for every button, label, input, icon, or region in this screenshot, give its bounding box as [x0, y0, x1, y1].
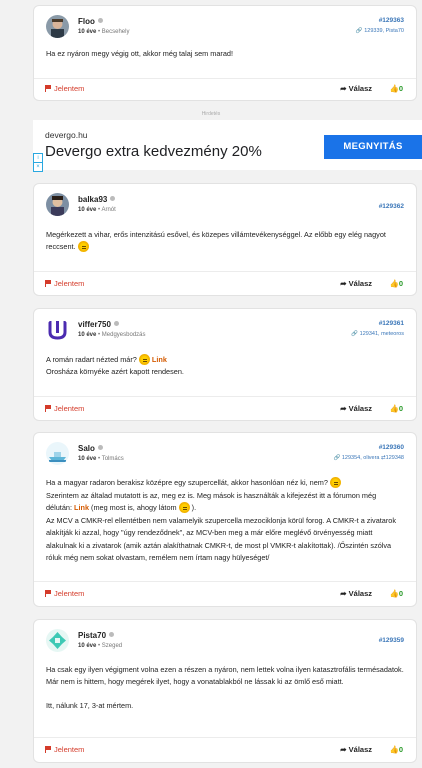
user-meta: 10 éve • Tolmács [78, 456, 124, 462]
thumbs-up-icon: 👍 [389, 279, 399, 288]
username[interactable]: Floo [78, 17, 103, 26]
post-id[interactable]: #129360 [379, 444, 404, 451]
thumbs-up-icon: 👍 [389, 84, 399, 93]
report-button[interactable]: Jelentem [45, 404, 84, 413]
report-button[interactable]: Jelentem [45, 589, 84, 598]
user-meta: 10 éve • Medgyesbodzás [78, 332, 146, 338]
thumbs-up-icon: 👍 [389, 404, 399, 413]
post-id[interactable]: #129362 [379, 203, 404, 210]
flag-icon [45, 746, 51, 753]
sun-emoji-icon [178, 502, 190, 513]
like-button[interactable]: 👍0 [389, 589, 403, 598]
avatar[interactable] [46, 15, 69, 38]
avatar[interactable] [46, 193, 69, 216]
post-body: Megérkezett a vihar, erős intenzitású es… [46, 230, 386, 252]
flag-icon [45, 85, 51, 92]
post-card: Salo 10 éve • Tolmács #129360 🔗 129354, … [33, 432, 417, 607]
username[interactable]: viffer750 [78, 320, 119, 329]
sun-emoji-icon [77, 241, 89, 252]
post-id[interactable]: #129363 [379, 17, 404, 24]
reply-button[interactable]: ➦ Válasz [340, 404, 372, 413]
post-body: A román radart nézted már? Link Orosháza… [46, 354, 184, 376]
post-footer: Jelentem ➦ Válasz 👍0 [34, 399, 416, 419]
divider [34, 581, 416, 582]
reply-button[interactable]: ➦ Válasz [340, 84, 372, 93]
thumbs-up-icon: 👍 [389, 745, 399, 754]
status-dot [110, 196, 116, 201]
divider [34, 271, 416, 272]
post-card: Pista70 10 éve • Szeged #129359 Ha csak … [33, 619, 417, 763]
link-icon: 🔗 [355, 28, 363, 34]
flag-icon [45, 280, 51, 287]
post-id[interactable]: #129359 [379, 637, 404, 644]
ad-domain: devergo.hu [45, 130, 88, 140]
reply-arrow-icon: ➦ [340, 589, 347, 598]
status-dot [109, 632, 115, 637]
like-button[interactable]: 👍0 [389, 404, 403, 413]
reply-button[interactable]: ➦ Válasz [340, 279, 372, 288]
reply-reference[interactable]: 🔗 129339, Pista70 [356, 28, 404, 34]
post-footer: Jelentem ➦ Válasz 👍0 [34, 740, 416, 760]
post-card: balka93 10 éve • Arnót #129362 Megérkeze… [33, 183, 417, 296]
post-card: viffer750 10 éve • Medgyesbodzás #129361… [33, 308, 417, 421]
reply-arrow-icon: ➦ [340, 279, 347, 288]
link-icon: 🔗 [333, 455, 341, 461]
ad-banner[interactable]: devergo.hu Devergo extra kedvezmény 20% … [33, 120, 422, 170]
post-footer: Jelentem ➦ Válasz 👍0 [34, 274, 416, 294]
flag-icon [45, 405, 51, 412]
status-dot [97, 18, 103, 23]
ad-open-button[interactable]: MEGNYITÁS [324, 135, 422, 159]
reply-arrow-icon: ➦ [340, 84, 347, 93]
reply-button[interactable]: ➦ Válasz [340, 745, 372, 754]
post-card: Floo 10 éve • Becsehely #129363 🔗 129339… [33, 5, 417, 101]
post-id[interactable]: #129361 [379, 320, 404, 327]
reply-button[interactable]: ➦ Válasz [340, 589, 372, 598]
avatar[interactable] [46, 629, 69, 652]
flag-icon [45, 590, 51, 597]
post-link[interactable]: Link [74, 503, 89, 512]
report-button[interactable]: Jelentem [45, 84, 84, 93]
username[interactable]: balka93 [78, 195, 116, 204]
post-footer: Jelentem ➦ Válasz 👍0 [34, 79, 416, 99]
user-meta: 10 éve • Arnót [78, 207, 116, 213]
status-dot [113, 321, 119, 326]
avatar[interactable] [46, 318, 69, 341]
ad-label: Hirdetés [201, 111, 221, 117]
username[interactable]: Salo [78, 444, 103, 453]
divider [34, 737, 416, 738]
user-meta: 10 éve • Szeged [78, 643, 123, 649]
post-link[interactable]: Link [152, 355, 167, 364]
avatar[interactable] [46, 442, 69, 465]
reply-reference[interactable]: 🔗 129354, olivera ⇄129348 [333, 455, 404, 461]
reply-reference[interactable]: 🔗 129341, meteoros [351, 331, 404, 337]
sun-emoji-icon [138, 354, 150, 365]
user-meta: 10 éve • Becsehely [78, 29, 130, 35]
thumbs-up-icon: 👍 [389, 589, 399, 598]
ad-title[interactable]: Devergo extra kedvezmény 20% [45, 143, 262, 160]
like-button[interactable]: 👍0 [389, 745, 403, 754]
post-body: Ha csak egy ilyen végigment volna ezen a… [46, 665, 404, 710]
divider [34, 396, 416, 397]
link-icon: 🔗 [351, 331, 359, 337]
sun-emoji-icon [329, 477, 341, 488]
like-button[interactable]: 👍0 [389, 84, 403, 93]
report-button[interactable]: Jelentem [45, 745, 84, 754]
reply-arrow-icon: ➦ [340, 404, 347, 413]
post-body: Ha ez nyáron megy végig ott, akkor még t… [46, 49, 233, 58]
post-footer: Jelentem ➦ Válasz 👍0 [34, 584, 416, 604]
report-button[interactable]: Jelentem [45, 279, 84, 288]
reply-arrow-icon: ➦ [340, 745, 347, 754]
post-body: Ha a magyar radaron berakisz középre egy… [46, 477, 396, 562]
username[interactable]: Pista70 [78, 631, 115, 640]
like-button[interactable]: 👍0 [389, 279, 403, 288]
ad-close-icon[interactable]: × [33, 162, 43, 172]
status-dot [97, 445, 103, 450]
